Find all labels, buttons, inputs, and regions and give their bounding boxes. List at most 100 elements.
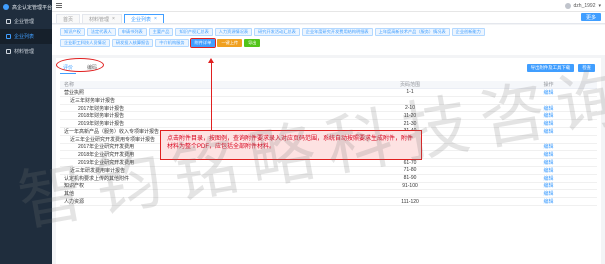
edit-link[interactable]: 编辑 (500, 128, 597, 135)
toolbar-button[interactable]: 人力资源情况表 (214, 28, 253, 36)
edit-link[interactable]: 编辑 (500, 159, 597, 166)
row-name: 2019年财务审计报告 (78, 121, 125, 128)
toolbar-button[interactable]: 知识产权 (60, 28, 85, 36)
subtab-evaluate[interactable]: 评价 (60, 62, 77, 74)
table-row: 2019年企业研究开发费用 61-70 编辑 (60, 159, 597, 167)
edit-link[interactable]: 编辑 (500, 198, 597, 205)
edit-link[interactable]: 编辑 (500, 112, 597, 119)
row-name: 人力资源 (64, 199, 85, 206)
sub-tabs: 评价 编码 (60, 62, 100, 74)
close-icon[interactable]: × (112, 16, 115, 22)
toolbar-button[interactable]: 上年度高新技术产品（服务）情况表 (374, 28, 450, 36)
menu-icon (6, 19, 11, 24)
row-name: 其他 (64, 191, 75, 198)
toolbar-button[interactable]: 研究开发活动汇总表 (254, 28, 300, 36)
edit-link[interactable]: 编辑 (500, 120, 597, 127)
table-row: 2018年财务审计报告 11-20 编辑 (60, 112, 597, 121)
edit-link[interactable]: 编辑 (500, 151, 597, 158)
edit-link[interactable]: 编辑 (500, 167, 597, 174)
edit-link[interactable]: 编辑 (500, 182, 597, 189)
row-pages: 81-90 (403, 175, 417, 182)
edit-link[interactable]: 编辑 (500, 143, 597, 150)
toolbar-button[interactable]: 企业创新能力 (451, 28, 485, 36)
folder-icon (6, 49, 11, 54)
toolbar-button[interactable]: 研发投入核算报告 (111, 39, 154, 47)
sidebar-item-label: 企业管理 (14, 19, 35, 25)
row-name: 知识产权 (64, 183, 85, 190)
page-tabs: 首页 材料管理 × 企业列表 × 更多 (52, 12, 605, 24)
chevron-down-icon: ▾ (598, 2, 601, 9)
table-row: 营业执照 1-1 编辑 (60, 89, 597, 97)
brand: 高企认定管理平台 (0, 0, 52, 14)
upload-button[interactable]: 一键上传 (217, 39, 243, 47)
list-icon (6, 34, 11, 39)
row-pages: 11-20 (403, 112, 417, 119)
table-row: 知识产权 91-100 编辑 (60, 183, 597, 191)
table-header: 名称 页码范围 操作 (60, 81, 597, 89)
row-pages: 71-80 (403, 167, 417, 174)
hamburger-icon[interactable] (56, 3, 62, 8)
edit-link[interactable]: 编辑 (500, 175, 597, 182)
table-row: 2019年财务审计报告 21-30 编辑 (60, 120, 597, 128)
edit-link[interactable]: 编辑 (500, 105, 597, 112)
table-row: 人力资源 111-120 编辑 (60, 198, 597, 206)
row-name: 营业执照 (64, 89, 85, 96)
toolbar-button[interactable]: 申请书列表 (117, 28, 147, 36)
edit-link[interactable]: 编辑 (500, 190, 597, 197)
row-name: 2017年财务审计报告 (78, 105, 125, 112)
subtab-code[interactable]: 编码 (84, 62, 100, 74)
sidebar-item-material-management[interactable]: 材料管理 (0, 44, 52, 59)
toolbar-button[interactable]: 法定代表人 (86, 28, 116, 36)
table-row: 认定机构要求上传的其他附件 81-90 编辑 (60, 175, 597, 183)
toolbar-row-2: 企业职工科技人员情况 研发投入核算报告 中介机构服务 附件详单 一键上传 导出 (60, 38, 597, 48)
close-icon[interactable]: × (154, 16, 157, 22)
header-name: 名称 (64, 82, 75, 88)
avatar (564, 2, 571, 9)
toolbar: 知识产权 法定代表人 申请书列表 主要产品 知识产权汇总表 人力资源情况表 研究… (52, 25, 605, 55)
row-name: 近三年财务审计报告 (70, 97, 116, 104)
edit-link[interactable]: 编辑 (500, 89, 597, 96)
tab-label: 企业列表 (130, 16, 151, 23)
tab-materials[interactable]: 材料管理 × (82, 14, 122, 23)
table-row: 其他 编辑 (60, 190, 597, 199)
toolbar-row-1: 知识产权 法定代表人 申请书列表 主要产品 知识产权汇总表 人力资源情况表 研究… (60, 28, 597, 36)
top-bar: dzh_1992 ▾ (52, 0, 605, 12)
sidebar-item-company-list[interactable]: 企业列表 (0, 29, 52, 44)
tab-company-list[interactable]: 企业列表 × (123, 14, 164, 23)
toolbar-button[interactable]: 主要产品 (148, 28, 174, 36)
sidebar-item-company-management[interactable]: 企业管理 (0, 14, 52, 29)
annotation-arrow (211, 60, 212, 132)
export-tools-button[interactable]: 导出附件及工具下载 (526, 64, 575, 72)
table-row: 近三年研发费用审计报告 71-80 编辑 (60, 167, 597, 175)
row-name: 近三年研发费用审计报告 (70, 167, 126, 174)
username: dzh_1992 (573, 2, 596, 9)
check-button[interactable]: 检查 (578, 64, 595, 72)
sidebar-item-label: 企业列表 (14, 34, 35, 40)
panel-actions: 导出附件及工具下载 检查 (526, 64, 595, 72)
tab-home[interactable]: 首页 (56, 14, 81, 23)
toolbar-button[interactable]: 企业职工科技人员情况 (60, 39, 110, 47)
toolbar-button[interactable]: 中介机构服务 (155, 39, 189, 47)
toolbar-button[interactable]: 企业年度研究开发费用结构明细表 (301, 28, 373, 36)
tab-label: 材料管理 (89, 16, 110, 23)
row-pages: 111-120 (401, 198, 419, 205)
row-pages: 21-30 (403, 120, 417, 127)
row-pages: 2-10 (404, 104, 415, 111)
header-pages: 页码范围 (399, 82, 420, 88)
more-label: 更多 (585, 14, 596, 21)
sidebar: 高企认定管理平台 企业管理 企业列表 材料管理 (0, 0, 52, 264)
sidebar-item-label: 材料管理 (14, 49, 35, 55)
row-pages: 61-70 (403, 159, 417, 166)
row-pages: 1-1 (406, 89, 414, 96)
arrow-head-icon (208, 58, 214, 63)
row-name: 2019年企业研究开发费用 (78, 160, 135, 167)
attachment-list-button[interactable]: 附件详单 (189, 38, 217, 48)
content-panel: 评价 编码 导出附件及工具下载 检查 名称 页码范围 操作 营业执照 1-1 编辑 … (56, 58, 601, 264)
tab-label: 首页 (63, 16, 74, 23)
toolbar-button[interactable]: 知识产权汇总表 (175, 28, 213, 36)
more-button[interactable]: 更多 (580, 13, 601, 21)
user-menu[interactable]: dzh_1992 ▾ (564, 2, 601, 9)
row-pages: 91-100 (402, 182, 418, 189)
export-button[interactable]: 导出 (244, 39, 261, 47)
brand-title: 高企认定管理平台 (12, 4, 53, 11)
